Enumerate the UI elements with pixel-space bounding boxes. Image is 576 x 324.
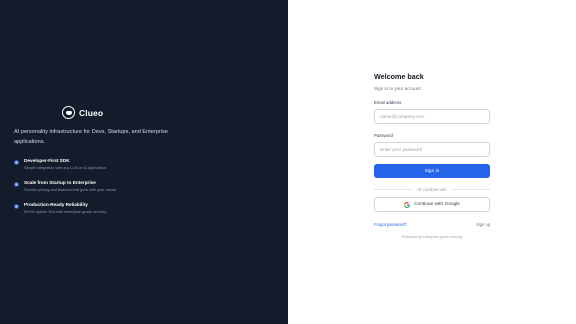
forgot-password-link[interactable]: Forgot password? (374, 222, 407, 227)
feature-title: Scale from Startup to Enterprise (24, 180, 96, 185)
email-field[interactable] (374, 109, 490, 124)
feature-list: Developer-First SDK Simple integration w… (14, 158, 117, 224)
brand-name: Clueo (79, 107, 104, 118)
security-note: Protected by enterprise-grade security (401, 235, 463, 239)
password-label: Password (374, 133, 393, 138)
signin-button[interactable]: Sign in (374, 164, 490, 178)
signin-panel: Welcome back Sign in to your account Ema… (288, 0, 576, 324)
form-title: Welcome back (374, 72, 424, 81)
bullet-dot-icon (14, 204, 19, 209)
signin-form: Welcome back Sign in to your account Ema… (374, 72, 490, 239)
brand-panel: Clueo AI personality infrastructure for … (0, 0, 288, 324)
divider: Or continue with (374, 187, 490, 192)
google-button-label: Continue with Google (414, 202, 460, 207)
google-signin-button[interactable]: Continue with Google (374, 197, 490, 212)
feature-title: Developer-First SDK (24, 158, 70, 163)
form-links: Forgot password? Sign up (374, 222, 490, 227)
feature-item: Developer-First SDK Simple integration w… (14, 158, 117, 170)
feature-item: Scale from Startup to Enterprise Flexibl… (14, 180, 117, 192)
email-label: Email address (374, 100, 402, 105)
brand-tagline: AI personality infrastructure for Devs, … (14, 129, 168, 145)
google-icon (404, 201, 410, 208)
brand: Clueo (62, 106, 103, 119)
feature-description: Flexible pricing and features that grow … (24, 188, 117, 192)
clueo-logo-icon (62, 106, 75, 119)
feature-title: Production-Ready Reliability (24, 202, 88, 207)
bullet-dot-icon (14, 182, 19, 187)
feature-description: Simple integration with any LLM or AI ap… (24, 166, 107, 170)
form-subtitle: Sign in to your account (374, 86, 421, 91)
signup-link[interactable]: Sign up (476, 222, 490, 227)
password-field[interactable] (374, 142, 490, 157)
bullet-dot-icon (14, 160, 19, 165)
feature-item: Production-Ready Reliability 99.9% uptim… (14, 202, 117, 214)
divider-text: Or continue with (417, 187, 447, 192)
feature-description: 99.9% uptime SLA with enterprise-grade s… (24, 210, 107, 214)
